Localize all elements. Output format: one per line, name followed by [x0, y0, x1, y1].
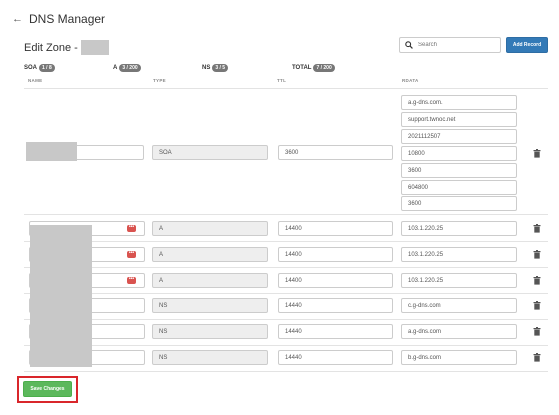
count-label: TOTAL	[292, 65, 312, 71]
divider	[24, 88, 548, 89]
column-header-ttl: TTL	[277, 78, 287, 83]
count-badge: 3 / 200	[119, 64, 141, 72]
trash-icon[interactable]	[533, 250, 541, 259]
zone-title: Edit Zone -	[24, 40, 109, 55]
record-type-field: NS	[152, 298, 268, 313]
save-changes-button[interactable]: Save Changes	[23, 381, 72, 397]
soa-rdata-refresh[interactable]: 10800	[401, 146, 517, 161]
count-ns: NS 3 / 5	[202, 64, 229, 72]
divider	[24, 267, 548, 268]
record-menu-icon[interactable]: •••	[127, 251, 136, 258]
column-header-rdata: RDATA	[402, 78, 419, 83]
soa-rdata-rname[interactable]: support.twnoc.net	[401, 112, 517, 127]
record-rdata-input[interactable]: 103.1.220.25	[401, 273, 517, 288]
search-box[interactable]	[399, 37, 501, 53]
soa-name-redacted	[26, 142, 77, 161]
column-header-name: NAME	[28, 78, 43, 83]
divider	[24, 319, 548, 320]
count-soa: SOA 1 / 8	[24, 64, 55, 72]
record-rdata-input[interactable]: 103.1.220.25	[401, 221, 517, 236]
divider	[24, 241, 548, 242]
record-rdata-input[interactable]: a.g-dns.com	[401, 324, 517, 339]
record-type-field: A	[152, 247, 268, 262]
record-type-field: NS	[152, 324, 268, 339]
divider	[24, 293, 548, 294]
count-label: SOA	[24, 65, 38, 71]
divider	[24, 345, 548, 346]
search-input[interactable]	[418, 42, 488, 48]
column-header-type: TYPE	[153, 78, 166, 83]
soa-rdata-retry[interactable]: 3600	[401, 163, 517, 178]
trash-icon[interactable]	[533, 301, 541, 310]
zone-name-redacted	[80, 40, 109, 55]
record-ttl-input[interactable]: 14400	[278, 273, 393, 288]
count-label: NS	[202, 65, 211, 71]
soa-rdata-expire[interactable]: 604800	[401, 180, 517, 195]
record-names-redacted	[30, 225, 92, 367]
record-type-field: NS	[152, 350, 268, 365]
soa-rdata-minimum[interactable]: 3600	[401, 196, 517, 211]
trash-icon[interactable]	[533, 149, 541, 158]
trash-icon[interactable]	[533, 224, 541, 233]
trash-icon[interactable]	[533, 353, 541, 362]
count-badge: 1 / 8	[39, 64, 55, 72]
count-total: TOTAL 7 / 200	[292, 64, 335, 72]
arrow-left-icon[interactable]: ←	[12, 13, 23, 25]
search-icon	[405, 41, 413, 49]
page-header: ← DNS Manager	[12, 12, 105, 26]
zone-title-label: Edit Zone -	[24, 41, 78, 54]
record-ttl-input[interactable]: 14440	[278, 324, 393, 339]
record-ttl-input[interactable]: 14440	[278, 298, 393, 313]
record-rdata-input[interactable]: 103.1.220.25	[401, 247, 517, 262]
soa-type-field: SOA	[152, 145, 268, 160]
record-menu-icon[interactable]: •••	[127, 277, 136, 284]
trash-icon[interactable]	[533, 276, 541, 285]
count-label: A	[113, 65, 118, 71]
count-badge: 3 / 5	[212, 64, 229, 72]
soa-rdata-mname[interactable]: a.g-dns.com.	[401, 95, 517, 110]
record-ttl-input[interactable]: 14440	[278, 350, 393, 365]
record-ttl-input[interactable]: 14400	[278, 221, 393, 236]
record-ttl-input[interactable]: 14400	[278, 247, 393, 262]
soa-rdata-serial[interactable]: 2021112507	[401, 129, 517, 144]
soa-ttl-input[interactable]: 3600	[278, 145, 393, 160]
page-title: DNS Manager	[29, 12, 106, 26]
add-record-button[interactable]: Add Record	[506, 37, 548, 53]
divider	[24, 214, 548, 215]
record-type-field: A	[152, 273, 268, 288]
divider	[24, 371, 548, 372]
count-badge: 7 / 200	[313, 64, 335, 72]
record-type-field: A	[152, 221, 268, 236]
count-a: A 3 / 200	[113, 64, 141, 72]
record-rdata-input[interactable]: b.g-dns.com	[401, 350, 517, 365]
record-rdata-input[interactable]: c.g-dns.com	[401, 298, 517, 313]
record-menu-icon[interactable]: •••	[127, 225, 136, 232]
trash-icon[interactable]	[533, 327, 541, 336]
